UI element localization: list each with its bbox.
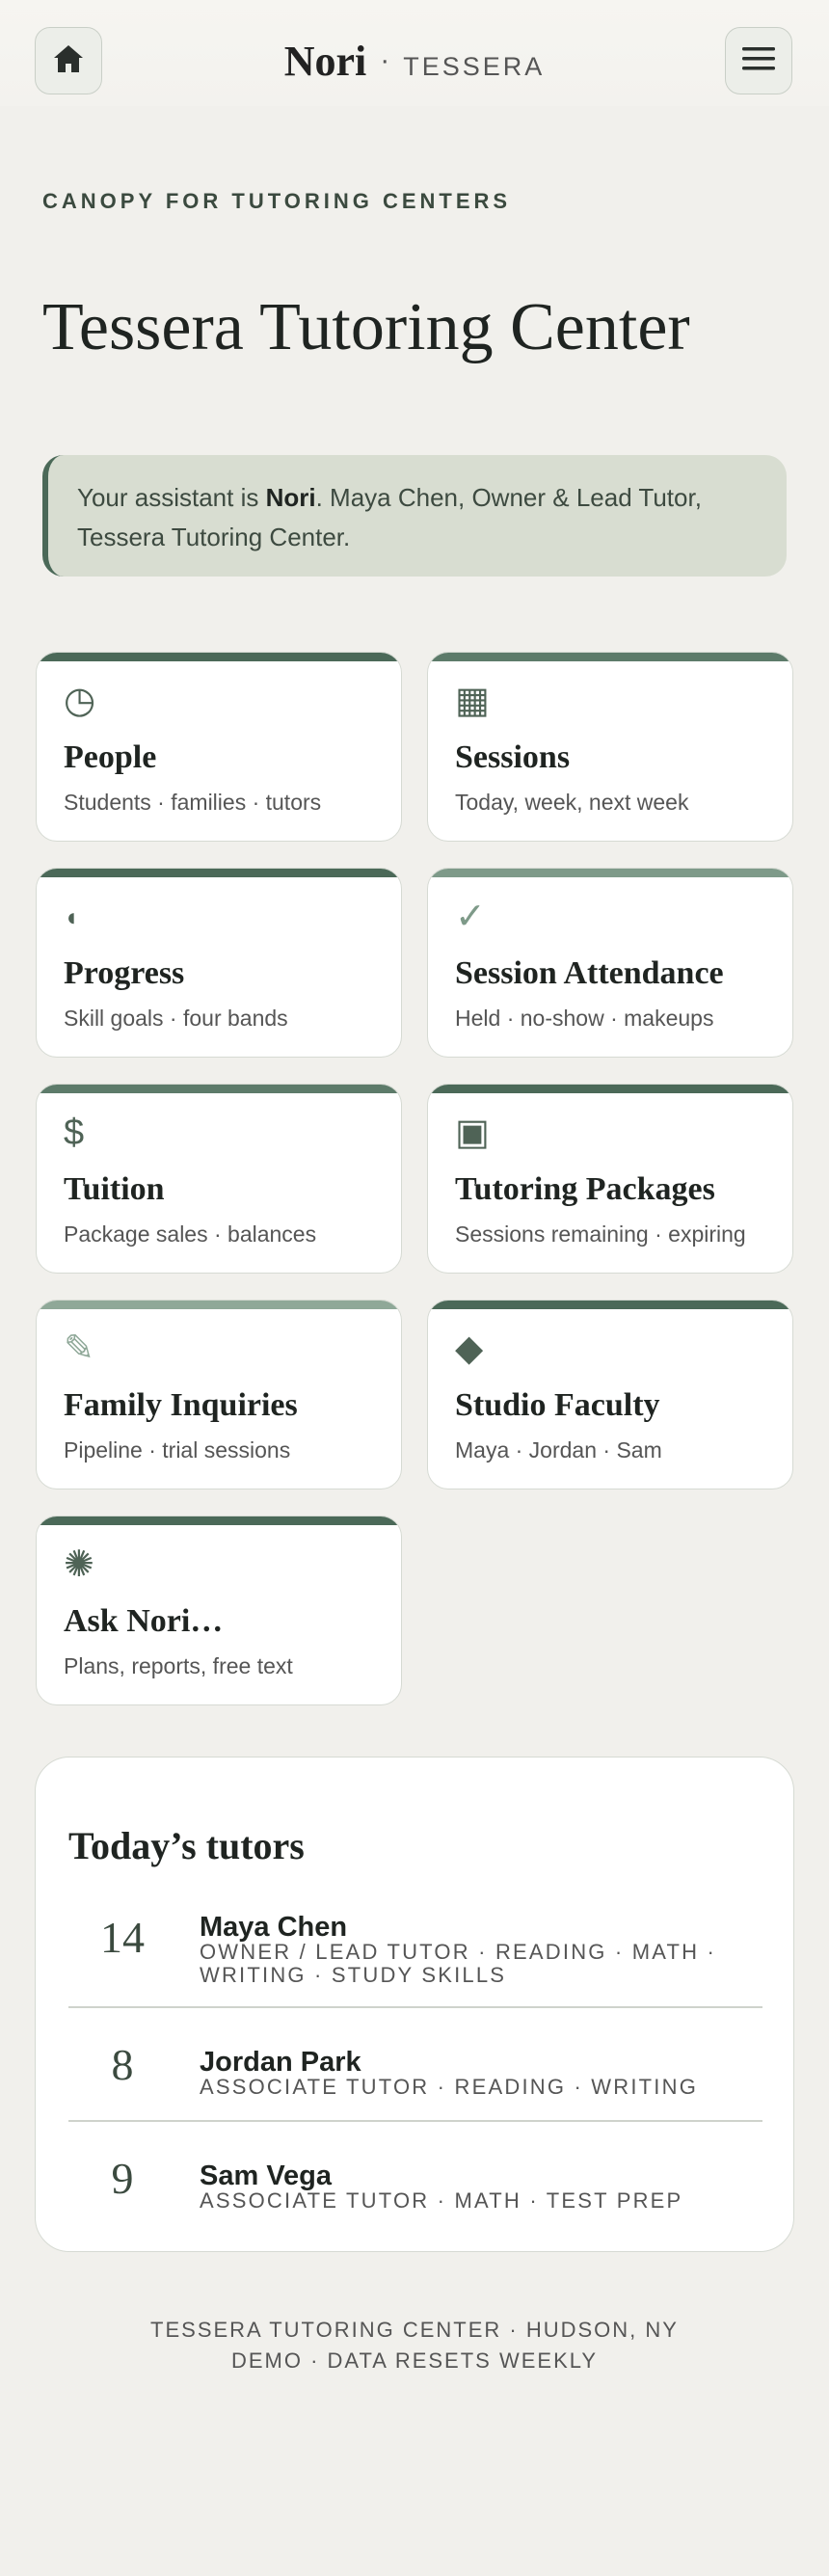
card-accent bbox=[428, 653, 792, 661]
card-title: Progress bbox=[64, 955, 185, 991]
clock-icon: ◷ bbox=[64, 681, 96, 721]
card-accent bbox=[37, 1301, 401, 1309]
tutor-session-count: 9 bbox=[111, 2154, 134, 2203]
card-accent bbox=[428, 1085, 792, 1093]
card-subtitle: Sessions remaining · expiring bbox=[455, 1221, 746, 1247]
card-accent bbox=[37, 1516, 401, 1525]
pencil-icon: ✎ bbox=[64, 1328, 94, 1369]
card-title: Studio Faculty bbox=[455, 1387, 660, 1423]
card-ask-nori[interactable]: ✺ Ask Nori… Plans, reports, free text bbox=[36, 1516, 402, 1705]
card-family-inquiries[interactable]: ✎ Family Inquiries Pipeline · trial sess… bbox=[36, 1300, 402, 1489]
page-title: Tessera Tutoring Center bbox=[42, 290, 690, 364]
todays-tutors-panel: Today’s tutors 14 Maya Chen Owner / Lead… bbox=[35, 1757, 794, 2252]
menu-button[interactable] bbox=[725, 27, 792, 94]
tutor-row[interactable]: 14 Maya Chen Owner / Lead Tutor · Readin… bbox=[68, 1912, 762, 1989]
card-studio-faculty[interactable]: ◆ Studio Faculty Maya · Jordan · Sam bbox=[427, 1300, 793, 1489]
brand-name: Nori bbox=[283, 38, 367, 85]
card-subtitle: Pipeline · trial sessions bbox=[64, 1437, 291, 1462]
card-people[interactable]: ◷ People Students · families · tutors bbox=[36, 652, 402, 842]
card-accent bbox=[428, 1301, 792, 1309]
half-circle-icon: ◖ bbox=[64, 902, 79, 931]
card-subtitle: Today, week, next week bbox=[455, 790, 689, 815]
brand-separator: · bbox=[380, 44, 390, 76]
footer-note: DEMO · DATA RESETS WEEKLY bbox=[230, 2348, 599, 2373]
card-title: Family Inquiries bbox=[64, 1387, 298, 1423]
assistant-name: Nori bbox=[265, 483, 316, 512]
card-title: Session Attendance bbox=[455, 955, 724, 991]
top-bar: Nori · TESSERA bbox=[0, 0, 829, 106]
sparkle-icon: ✺ bbox=[64, 1544, 94, 1585]
card-subtitle: Students · families · tutors bbox=[64, 790, 322, 815]
tutor-role: Associate Tutor · Reading · Writing bbox=[200, 2075, 699, 2099]
tutor-row[interactable]: 8 Jordan Park Associate Tutor · Reading … bbox=[68, 2040, 762, 2105]
tutor-role: Associate Tutor · Math · Test Prep bbox=[200, 2188, 683, 2213]
card-subtitle: Held · no-show · makeups bbox=[455, 1006, 714, 1031]
brand-subtitle: TESSERA bbox=[403, 52, 546, 81]
divider bbox=[68, 2120, 762, 2122]
assistant-notice: Your assistant is Nori. Maya Chen, Owner… bbox=[42, 455, 787, 577]
card-subtitle: Package sales · balances bbox=[64, 1221, 317, 1247]
divider bbox=[68, 2006, 762, 2008]
card-tuition[interactable]: $ Tuition Package sales · balances bbox=[36, 1084, 402, 1274]
card-title: Sessions bbox=[455, 739, 571, 775]
hamburger-menu-icon bbox=[742, 46, 775, 76]
card-accent bbox=[37, 1085, 401, 1093]
eyebrow-label: CANOPY FOR TUTORING CENTERS bbox=[42, 189, 512, 213]
brand: Nori · TESSERA bbox=[0, 37, 829, 86]
checkmark-icon: ✓ bbox=[455, 897, 486, 937]
tutor-row[interactable]: 9 Sam Vega Associate Tutor · Math · Test… bbox=[68, 2154, 762, 2218]
card-subtitle: Skill goals · four bands bbox=[64, 1006, 288, 1031]
card-accent bbox=[37, 653, 401, 661]
card-title: Tuition bbox=[64, 1171, 165, 1207]
tutor-role: Owner / Lead Tutor · Reading · Math · Wr… bbox=[200, 1940, 717, 1987]
card-progress[interactable]: ◖ Progress Skill goals · four bands bbox=[36, 868, 402, 1058]
dollar-icon: $ bbox=[64, 1113, 85, 1153]
card-subtitle: Plans, reports, free text bbox=[64, 1653, 293, 1678]
notice-prefix: Your assistant is bbox=[77, 483, 266, 512]
card-tutoring-packages[interactable]: ▣ Tutoring Packages Sessions remaining ·… bbox=[427, 1084, 793, 1274]
card-sessions[interactable]: ▦ Sessions Today, week, next week bbox=[427, 652, 793, 842]
footer-location: TESSERA TUTORING CENTER · HUDSON, NY bbox=[150, 2318, 679, 2342]
card-title: Ask Nori… bbox=[64, 1603, 224, 1639]
panel-title: Today’s tutors bbox=[68, 1824, 305, 1867]
card-accent bbox=[428, 869, 792, 877]
square-icon: ▣ bbox=[455, 1113, 490, 1153]
grid-icon: ▦ bbox=[455, 681, 490, 721]
card-session-attendance[interactable]: ✓ Session Attendance Held · no-show · ma… bbox=[427, 868, 793, 1058]
card-accent bbox=[37, 869, 401, 877]
card-title: Tutoring Packages bbox=[455, 1171, 715, 1207]
tutor-session-count: 14 bbox=[100, 1913, 145, 1962]
card-title: People bbox=[64, 739, 157, 775]
card-subtitle: Maya · Jordan · Sam bbox=[455, 1437, 662, 1462]
tutor-session-count: 8 bbox=[111, 2040, 134, 2089]
diamond-icon: ◆ bbox=[455, 1328, 484, 1369]
